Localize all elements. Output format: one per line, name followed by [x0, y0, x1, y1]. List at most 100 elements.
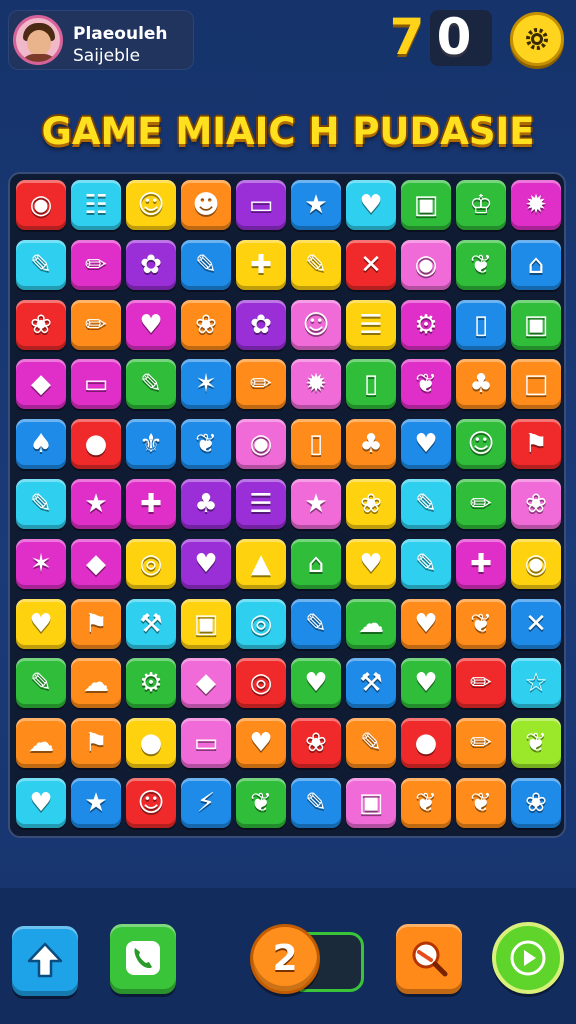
tile-r11-c4[interactable]: ⚡ — [181, 778, 231, 828]
tile-r1-c2[interactable]: ☷ — [71, 180, 121, 230]
tile-r3-c7[interactable]: ☰ — [346, 299, 396, 350]
tile-r5-c10[interactable]: ⚑ — [511, 419, 561, 470]
tile-r9-c2[interactable]: ☁ — [71, 658, 121, 709]
tile-r5-c2[interactable]: ● — [71, 419, 121, 470]
tile-r7-c2[interactable]: ◆ — [71, 538, 121, 589]
tile-r2-c9[interactable]: ❦ — [456, 239, 506, 290]
tile-r1-c3[interactable]: ☺ — [126, 180, 176, 230]
tile-r6-c5[interactable]: ☰ — [236, 479, 286, 529]
tile-r8-c7[interactable]: ☁ — [346, 598, 396, 649]
tile-r10-c5[interactable]: ♥ — [236, 718, 286, 769]
tile-r2-c8[interactable]: ◉ — [401, 239, 451, 290]
tile-r5-c8[interactable]: ♥ — [401, 419, 451, 470]
tile-r8-c4[interactable]: ▣ — [181, 598, 231, 649]
tile-r5-c3[interactable]: ⚜ — [126, 419, 176, 470]
tile-r9-c9[interactable]: ✏ — [456, 658, 506, 709]
tile-r11-c7[interactable]: ▣ — [346, 778, 396, 828]
tile-r7-c8[interactable]: ✎ — [401, 538, 451, 589]
tile-r10-c8[interactable]: ● — [401, 718, 451, 769]
tile-r6-c6[interactable]: ★ — [291, 479, 341, 529]
avatar[interactable] — [13, 15, 63, 65]
tile-r7-c7[interactable]: ♥ — [346, 538, 396, 589]
tile-r10-c9[interactable]: ✏ — [456, 718, 506, 769]
tile-r5-c4[interactable]: ❦ — [181, 419, 231, 470]
tile-r2-c5[interactable]: ✚ — [236, 239, 286, 290]
tile-r10-c7[interactable]: ✎ — [346, 718, 396, 769]
tile-r2-c6[interactable]: ✎ — [291, 239, 341, 290]
tile-r6-c10[interactable]: ❀ — [511, 479, 561, 529]
tile-r11-c3[interactable]: ☺ — [126, 778, 176, 828]
tile-r7-c9[interactable]: ✚ — [456, 538, 506, 589]
tile-r3-c5[interactable]: ✿ — [236, 299, 286, 350]
tile-r11-c1[interactable]: ♥ — [16, 778, 66, 828]
tile-r4-c7[interactable]: ▯ — [346, 359, 396, 410]
tile-r3-c2[interactable]: ✏ — [71, 299, 121, 350]
tile-r7-c5[interactable]: ▲ — [236, 538, 286, 589]
tile-r1-c9[interactable]: ♔ — [456, 180, 506, 230]
settings-button[interactable] — [510, 12, 564, 66]
tile-r3-c9[interactable]: ▯ — [456, 299, 506, 350]
tile-r9-c3[interactable]: ⚙ — [126, 658, 176, 709]
tile-r4-c10[interactable]: □ — [511, 359, 561, 410]
tile-r10-c3[interactable]: ● — [126, 718, 176, 769]
tile-r4-c8[interactable]: ❦ — [401, 359, 451, 410]
player-profile[interactable]: Plaeouleh Saijeble — [8, 10, 194, 70]
tile-r9-c5[interactable]: ◎ — [236, 658, 286, 709]
hint-button[interactable] — [396, 924, 462, 994]
tile-r9-c10[interactable]: ☆ — [511, 658, 561, 709]
tile-r2-c2[interactable]: ✏ — [71, 239, 121, 290]
tile-r2-c7[interactable]: ✕ — [346, 239, 396, 290]
up-button[interactable] — [12, 926, 78, 996]
tile-r7-c4[interactable]: ♥ — [181, 538, 231, 589]
tile-r3-c10[interactable]: ▣ — [511, 299, 561, 350]
tile-r1-c1[interactable]: ◉ — [16, 180, 66, 230]
tile-r2-c10[interactable]: ⌂ — [511, 239, 561, 290]
tile-r6-c1[interactable]: ✎ — [16, 479, 66, 529]
tile-r4-c6[interactable]: ✹ — [291, 359, 341, 410]
tile-r5-c5[interactable]: ◉ — [236, 419, 286, 470]
tile-r8-c10[interactable]: ✕ — [511, 598, 561, 649]
tile-r9-c7[interactable]: ⚒ — [346, 658, 396, 709]
tile-r11-c9[interactable]: ❦ — [456, 778, 506, 828]
tile-r5-c1[interactable]: ♠ — [16, 419, 66, 470]
tile-r1-c5[interactable]: ▭ — [236, 180, 286, 230]
tile-r4-c9[interactable]: ♣ — [456, 359, 506, 410]
tile-r4-c4[interactable]: ✶ — [181, 359, 231, 410]
tile-r6-c2[interactable]: ★ — [71, 479, 121, 529]
tile-r8-c8[interactable]: ♥ — [401, 598, 451, 649]
hint-counter[interactable]: 2 — [250, 924, 320, 994]
tile-r6-c8[interactable]: ✎ — [401, 479, 451, 529]
tile-r3-c3[interactable]: ♥ — [126, 299, 176, 350]
tile-r3-c4[interactable]: ❀ — [181, 299, 231, 350]
tile-r8-c5[interactable]: ◎ — [236, 598, 286, 649]
tile-r3-c6[interactable]: ☺ — [291, 299, 341, 350]
tile-r1-c7[interactable]: ♥ — [346, 180, 396, 230]
tile-r10-c2[interactable]: ⚑ — [71, 718, 121, 769]
tile-r2-c3[interactable]: ✿ — [126, 239, 176, 290]
tile-r6-c7[interactable]: ❀ — [346, 479, 396, 529]
tile-r7-c1[interactable]: ✶ — [16, 538, 66, 589]
tile-r7-c6[interactable]: ⌂ — [291, 538, 341, 589]
tile-r7-c10[interactable]: ◉ — [511, 538, 561, 589]
tile-r5-c7[interactable]: ♣ — [346, 419, 396, 470]
tile-r4-c5[interactable]: ✏ — [236, 359, 286, 410]
tile-r2-c4[interactable]: ✎ — [181, 239, 231, 290]
tile-r9-c4[interactable]: ◆ — [181, 658, 231, 709]
tile-r9-c8[interactable]: ♥ — [401, 658, 451, 709]
tile-r11-c5[interactable]: ❦ — [236, 778, 286, 828]
play-button[interactable] — [492, 922, 564, 994]
tile-r3-c8[interactable]: ⚙ — [401, 299, 451, 350]
tile-r11-c2[interactable]: ★ — [71, 778, 121, 828]
tile-r6-c3[interactable]: ✚ — [126, 479, 176, 529]
tile-r10-c4[interactable]: ▭ — [181, 718, 231, 769]
tile-r9-c6[interactable]: ♥ — [291, 658, 341, 709]
tile-r11-c6[interactable]: ✎ — [291, 778, 341, 828]
tile-r9-c1[interactable]: ✎ — [16, 658, 66, 709]
tile-r4-c2[interactable]: ▭ — [71, 359, 121, 410]
tile-r2-c1[interactable]: ✎ — [16, 239, 66, 290]
tile-r8-c9[interactable]: ❦ — [456, 598, 506, 649]
tile-r5-c9[interactable]: ☺ — [456, 419, 506, 470]
tile-r1-c4[interactable]: ☻ — [181, 180, 231, 230]
tile-r6-c9[interactable]: ✏ — [456, 479, 506, 529]
tile-r4-c3[interactable]: ✎ — [126, 359, 176, 410]
